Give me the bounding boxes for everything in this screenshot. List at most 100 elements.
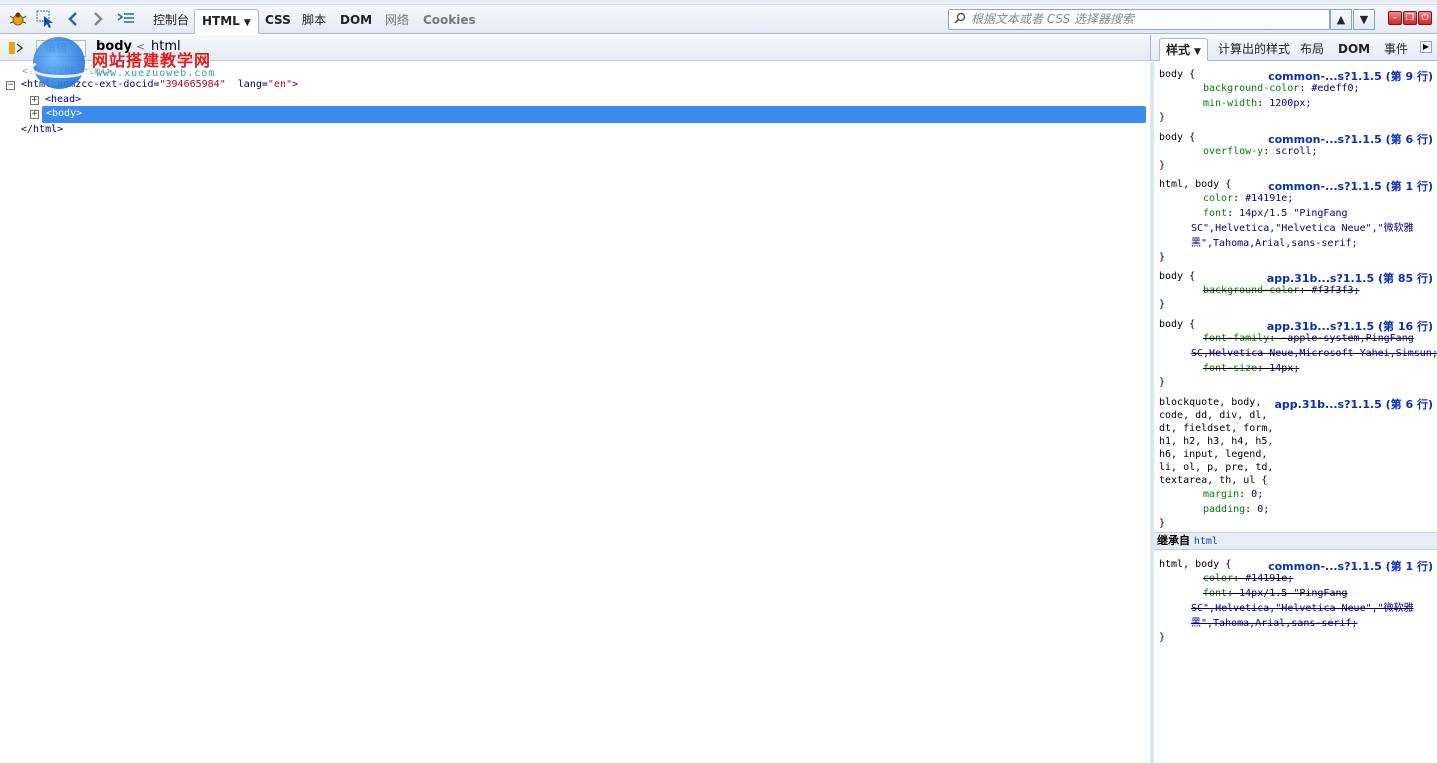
side-panel-tabs: 样式 ▼ 计算出的样式 布局 DOM 事件 ▶ bbox=[1150, 35, 1437, 61]
rule-close-brace: } bbox=[1159, 518, 1166, 529]
rule-source-link[interactable]: app.31b...s?1.1.5 (第 6 行) bbox=[1274, 396, 1433, 412]
prop-value: #14191e; bbox=[1245, 193, 1294, 204]
css-rule: body { common-...s?1.1.5 (第 9 行) backgro… bbox=[1159, 68, 1435, 124]
tab-net[interactable]: 网络 bbox=[378, 9, 416, 34]
rule-source-link[interactable]: common-...s?1.1.5 (第 6 行) bbox=[1268, 131, 1433, 147]
close-icon[interactable]: ⏻ bbox=[1418, 11, 1432, 25]
rule-selector-line[interactable]: h1, h2, h3, h4, h5, bbox=[1159, 435, 1435, 448]
expand-body-icon[interactable]: + bbox=[30, 110, 39, 119]
prop-value-wrap: SC",Helvetica,"Helvetica Neue","微软雅 bbox=[1191, 223, 1414, 234]
detach-icon[interactable]: ❐ bbox=[1403, 11, 1417, 25]
search-next-button[interactable]: ▼ bbox=[1353, 9, 1375, 30]
prop-value: #edeff0; bbox=[1311, 83, 1360, 94]
minimize-icon[interactable]: – bbox=[1388, 11, 1402, 25]
tab-cookies[interactable]: Cookies bbox=[416, 9, 483, 34]
selected-body-row[interactable]: <body> bbox=[42, 106, 1146, 123]
css-property-overridden[interactable]: font: 14px/1.5 "PingFang bbox=[1159, 586, 1435, 601]
inspect-element-icon[interactable] bbox=[35, 9, 55, 29]
rule-source-link[interactable]: common-...s?1.1.5 (第 9 行) bbox=[1268, 68, 1433, 84]
prop-value: #14191e; bbox=[1245, 573, 1294, 584]
rule-source-link[interactable]: app.31b...s?1.1.5 (第 85 行) bbox=[1267, 270, 1433, 286]
expand-panel-icon[interactable] bbox=[8, 40, 24, 59]
chevron-down-icon: ▼ bbox=[243, 18, 251, 28]
tab-style-label: 样式 bbox=[1166, 43, 1191, 57]
tab-events[interactable]: 事件 bbox=[1378, 38, 1414, 61]
inherited-from-link[interactable]: html bbox=[1194, 536, 1218, 547]
prop-name: color bbox=[1203, 193, 1234, 204]
prop-name: font-size bbox=[1203, 363, 1258, 374]
tab-html[interactable]: HTML ▼ bbox=[194, 9, 259, 34]
inherited-from-header: 继承自 html bbox=[1154, 532, 1437, 550]
expand-head-icon[interactable]: + bbox=[30, 96, 39, 105]
css-property[interactable]: font: 14px/1.5 "PingFang bbox=[1159, 206, 1435, 221]
css-rule: body { common-...s?1.1.5 (第 6 行) overflo… bbox=[1159, 131, 1435, 172]
css-property-overridden[interactable]: font-size: 14px; bbox=[1159, 361, 1435, 376]
tab-html-label: HTML bbox=[202, 14, 240, 28]
css-rule: html, body { common-...s?1.1.5 (第 1 行) c… bbox=[1159, 178, 1435, 264]
css-property[interactable]: padding: 0; bbox=[1159, 502, 1435, 517]
rule-selector-line[interactable]: textarea, th, ul { bbox=[1159, 474, 1435, 487]
tab-style[interactable]: 样式 ▼ bbox=[1159, 38, 1208, 61]
rule-close-brace: } bbox=[1159, 632, 1166, 643]
more-tabs-arrow-icon[interactable]: ▶ bbox=[1420, 41, 1432, 53]
rule-close-brace: } bbox=[1159, 299, 1166, 310]
rule-source-link[interactable]: common-...s?1.1.5 (第 1 行) bbox=[1268, 558, 1433, 574]
css-rule: blockquote, body, code, dd, div, dl, dt,… bbox=[1159, 396, 1435, 530]
prop-name: font-family bbox=[1203, 333, 1270, 344]
collapse-html-icon[interactable]: − bbox=[6, 81, 15, 90]
firebug-toolbar: 控制台 HTML ▼ CSS 脚本 DOM 网络 Cookies 根据文本或者 C… bbox=[0, 5, 1437, 34]
style-pane: body { common-...s?1.1.5 (第 9 行) backgro… bbox=[1150, 62, 1437, 763]
rule-selector-line[interactable]: dt, fieldset, form, bbox=[1159, 422, 1435, 435]
search-prev-button[interactable]: ▲ bbox=[1330, 9, 1352, 30]
prop-name: margin bbox=[1203, 489, 1240, 500]
prop-value: #f3f3f3; bbox=[1311, 285, 1360, 296]
tab-console[interactable]: 控制台 bbox=[146, 9, 196, 34]
head-node[interactable]: <head> bbox=[45, 92, 81, 107]
rule-close-brace: } bbox=[1159, 377, 1166, 388]
prop-value: 0; bbox=[1257, 504, 1270, 515]
css-rule: body { app.31b...s?1.1.5 (第 16 行) font-f… bbox=[1159, 318, 1437, 389]
prop-value-wrap: SC",Helvetica,"Helvetica Neue","微软雅 bbox=[1191, 603, 1414, 614]
rule-selector-line[interactable]: li, ol, p, pre, td, bbox=[1159, 461, 1435, 474]
inherited-label: 继承自 bbox=[1157, 534, 1190, 547]
rule-close-brace: } bbox=[1159, 112, 1166, 123]
style-pane-scrollbar[interactable] bbox=[1150, 62, 1154, 763]
firebug-bug-icon[interactable] bbox=[8, 9, 28, 29]
rule-close-brace: } bbox=[1159, 252, 1166, 263]
prop-value-wrap: 黑",Tahoma,Arial,sans-serif; bbox=[1191, 238, 1358, 249]
prop-value: 14px/1.5 "PingFang bbox=[1239, 208, 1348, 219]
css-rule: body { app.31b...s?1.1.5 (第 85 行) backgr… bbox=[1159, 270, 1435, 311]
attr-lang-name: lang bbox=[237, 79, 262, 90]
tab-script[interactable]: 脚本 bbox=[295, 9, 333, 34]
prop-value-wrap: SC,Helvetica Neue,Microsoft Yahei,Simsun… bbox=[1191, 348, 1437, 359]
command-line-icon[interactable] bbox=[116, 9, 136, 29]
attr-docid-value: "394665984" bbox=[159, 79, 226, 90]
rule-selector-line[interactable]: h6, input, legend, bbox=[1159, 448, 1435, 461]
rule-source-link[interactable]: common-...s?1.1.5 (第 1 行) bbox=[1268, 178, 1433, 194]
prop-value-wrap: 黑",Tahoma,Arial,sans-serif; bbox=[1191, 618, 1358, 629]
prop-value: 14px/1.5 "PingFang bbox=[1239, 588, 1348, 599]
search-icon bbox=[954, 12, 966, 28]
prop-name: background-color bbox=[1203, 83, 1300, 94]
css-property[interactable]: margin: 0; bbox=[1159, 487, 1435, 502]
prop-value: 14px; bbox=[1269, 363, 1300, 374]
prop-name: min-width bbox=[1203, 98, 1258, 109]
prop-value: 0; bbox=[1251, 489, 1264, 500]
attr-lang-value: "en" bbox=[267, 79, 292, 90]
body-node: <body> bbox=[46, 108, 83, 119]
rule-close-brace: } bbox=[1159, 160, 1166, 171]
tab-dom[interactable]: DOM bbox=[333, 9, 379, 34]
watermark-url: www.xuezuoweb.com bbox=[96, 68, 216, 79]
forward-arrow-icon[interactable] bbox=[88, 9, 108, 29]
rule-source-link[interactable]: app.31b...s?1.1.5 (第 16 行) bbox=[1267, 318, 1433, 334]
back-arrow-icon[interactable] bbox=[63, 9, 83, 29]
html-close-line: </html> bbox=[21, 124, 64, 135]
tab-computed[interactable]: 计算出的样式 bbox=[1212, 38, 1296, 61]
tab-side-dom[interactable]: DOM bbox=[1332, 38, 1376, 61]
html-tree-pane: <!DOCTYPE html> − <html admzcc-ext-docid… bbox=[0, 62, 1150, 763]
tab-css[interactable]: CSS bbox=[258, 9, 298, 34]
search-input[interactable]: 根据文本或者 CSS 选择器搜索 bbox=[948, 9, 1330, 30]
tab-layout[interactable]: 布局 bbox=[1294, 38, 1330, 61]
css-rule-inherited: html, body { common-...s?1.1.5 (第 1 行) c… bbox=[1159, 558, 1435, 644]
css-property[interactable]: min-width: 1200px; bbox=[1159, 96, 1435, 111]
